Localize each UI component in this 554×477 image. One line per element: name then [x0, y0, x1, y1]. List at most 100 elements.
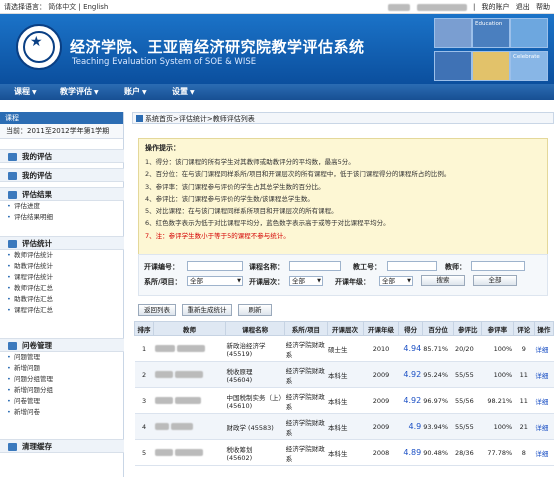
column-header[interactable]: 开课层次	[326, 321, 364, 336]
sidebar-item-ta-summary[interactable]: 助教评估汇总	[0, 294, 124, 305]
column-header[interactable]: 参评率	[480, 321, 514, 336]
ratio-cell: 20/20	[453, 335, 482, 362]
tip-line: 5、对比课程：在与该门课程同样系所项目和开课层次的所有课程。	[145, 207, 338, 216]
column-header[interactable]: 系所/项目	[284, 321, 328, 336]
teacher-evaluation-table: 排序 教师 课程名称 系所/项目 开课层次 开课年级 得分 百分位 参评比 参评…	[133, 321, 554, 466]
sidebar-item-teacher-summary[interactable]: 教师评估汇总	[0, 283, 124, 294]
ratio-cell: 28/36	[453, 439, 482, 466]
language-english-link[interactable]: English	[83, 3, 108, 11]
regenerate-stats-button[interactable]: 重新生成统计	[182, 304, 232, 316]
detail-link[interactable]: 详细	[534, 335, 554, 362]
my-account-link[interactable]: 我的账户	[482, 3, 510, 11]
sidebar-item-my-evaluation[interactable]: 我的评估	[0, 149, 124, 163]
language-label: 请选择语言：	[4, 3, 46, 11]
year-cell: 2010	[363, 335, 399, 362]
back-to-list-button[interactable]: 返回列表	[138, 304, 176, 316]
sidebar-item-questionnaire-manage[interactable]: 问卷管理	[0, 396, 124, 407]
course-no-input[interactable]	[187, 261, 243, 271]
sidebar-item-evaluation-results[interactable]: 评估结果	[0, 187, 124, 201]
column-header[interactable]: 排序	[133, 321, 155, 336]
sidebar-item-question-manage[interactable]: 问题管理	[0, 352, 124, 363]
rank-cell: 2	[134, 361, 154, 388]
column-header[interactable]: 百分位	[421, 321, 455, 336]
home-icon	[136, 115, 143, 122]
column-header[interactable]: 参评比	[453, 321, 482, 336]
sidebar-item-result-details[interactable]: 评估结果明细	[0, 212, 124, 223]
tip-line: 4、参评比：该门课程参与评价的学生数/该课程总学生数。	[145, 194, 314, 203]
sidebar-item-clear-cache[interactable]: 清理缓存	[0, 439, 124, 453]
column-header[interactable]: 评论	[512, 321, 535, 336]
trash-icon	[8, 443, 17, 451]
teacher-label: 教师：	[445, 263, 466, 271]
year-select[interactable]: 全部 ▼	[379, 276, 413, 286]
score-cell: 4.94	[398, 335, 423, 362]
nav-settings[interactable]: 设置 ▼	[172, 84, 195, 100]
sidebar-item-teacher-stats[interactable]: 教师评估统计	[0, 250, 124, 261]
sidebar-item-my-evaluation-2[interactable]: 我的评估	[0, 168, 124, 182]
course-name-input[interactable]	[289, 261, 341, 271]
column-header[interactable]: 得分	[398, 321, 423, 336]
current-term: 当前：2011至2012学年第1学期	[0, 124, 123, 139]
column-header[interactable]: 开课年级	[362, 321, 400, 336]
course-cell: 财政学 (45583)	[225, 413, 285, 440]
language-switcher: 请选择语言： 简体中文 | English	[4, 0, 108, 14]
sidebar-item-questionnaire[interactable]: 问卷管理	[0, 338, 124, 352]
sidebar-item-question-group-manage[interactable]: 问题分组管理	[0, 374, 124, 385]
sidebar-heading: 课程	[0, 112, 123, 124]
chevron-down-icon: ▼	[32, 89, 37, 96]
course-no-label: 开课编号：	[144, 263, 179, 271]
top-bar: 请选择语言： 简体中文 | English | 我的账户 退出 帮助	[0, 0, 554, 14]
detail-link[interactable]: 详细	[534, 413, 554, 440]
dept-cell: 经济学院财政系	[284, 361, 328, 388]
chart-icon	[8, 240, 17, 248]
search-button[interactable]: 搜索	[421, 275, 465, 286]
teacher-no-input[interactable]	[387, 261, 437, 271]
teacher-cell	[153, 335, 226, 362]
language-chinese-link[interactable]: 简体中文	[48, 3, 76, 11]
account-separator: |	[472, 3, 476, 11]
column-header[interactable]: 课程名称	[224, 321, 286, 336]
banner-photo: Celebrate	[510, 51, 548, 81]
breadcrumb-text[interactable]: 系统首页>评估统计>教师评估列表	[145, 115, 255, 123]
banner-photo: Education	[472, 18, 510, 48]
course-name-label: 课程名称：	[249, 263, 284, 271]
table-row: 2 税收原理 (45604) 经济学院财政系 本科生 2009 4.92 95.2…	[134, 361, 554, 388]
table-header-row: 排序 教师 课程名称 系所/项目 开课层次 开课年级 得分 百分位 参评比 参评…	[133, 321, 554, 336]
language-separator: |	[78, 3, 81, 11]
sidebar-item-course-summary[interactable]: 课程评估汇总	[0, 305, 124, 316]
chevron-down-icon: ▼	[142, 89, 147, 96]
percentile-cell: 95.24%	[422, 361, 454, 388]
refresh-button[interactable]: 刷新	[238, 304, 272, 316]
teacher-no-label: 教工号：	[353, 263, 381, 271]
sidebar-group: 我的评估	[0, 149, 124, 163]
rank-cell: 5	[134, 439, 154, 466]
level-select[interactable]: 全部 ▼	[289, 276, 323, 286]
detail-link[interactable]: 详细	[534, 361, 554, 388]
tip-line: 6、红色数字表示为低于对比课程平均分，蓝色数字表示高于或等于对比课程平均分。	[145, 219, 390, 228]
sidebar-item-new-question[interactable]: 新增问题	[0, 363, 124, 374]
teacher-cell	[153, 413, 226, 440]
rank-cell: 3	[134, 387, 154, 414]
show-all-button[interactable]: 全部	[473, 275, 517, 286]
detail-link[interactable]: 详细	[534, 387, 554, 414]
score-cell: 4.92	[398, 387, 423, 414]
nav-account[interactable]: 账户 ▼	[124, 84, 147, 100]
help-link[interactable]: 帮助	[536, 3, 550, 11]
sidebar-item-evaluation-stats[interactable]: 评估统计	[0, 236, 124, 250]
logout-link[interactable]: 退出	[516, 3, 530, 11]
detail-link[interactable]: 详细	[534, 439, 554, 466]
teacher-cell	[153, 361, 226, 388]
nav-teaching-evaluation[interactable]: 教学评估 ▼	[60, 84, 99, 100]
sidebar-item-new-question-group[interactable]: 新增问题分组	[0, 385, 124, 396]
sidebar-item-ta-stats[interactable]: 助教评估统计	[0, 261, 124, 272]
sidebar-item-new-questionnaire[interactable]: 新增问卷	[0, 407, 124, 418]
nav-course[interactable]: 课程 ▼	[14, 84, 37, 100]
chevron-down-icon: ▼	[237, 278, 241, 284]
chevron-down-icon: ▼	[407, 278, 411, 284]
sidebar-item-course-stats[interactable]: 课程评估统计	[0, 272, 124, 283]
teacher-input[interactable]	[471, 261, 525, 271]
sidebar-item-progress[interactable]: 评估进度	[0, 201, 124, 212]
dept-select[interactable]: 全部 ▼	[187, 276, 243, 286]
column-header[interactable]: 操作	[533, 321, 554, 336]
column-header[interactable]: 教师	[153, 321, 226, 336]
